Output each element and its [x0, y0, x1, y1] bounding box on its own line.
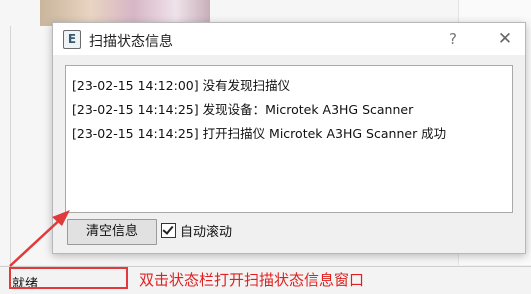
clear-info-button[interactable]: 清空信息 — [67, 219, 157, 245]
log-textarea[interactable]: [23-02-15 14:12:00] 没有发现扫描仪 [23-02-15 14… — [65, 65, 513, 213]
checkmark-icon — [162, 223, 174, 235]
scan-status-dialog: E 扫描状态信息 ? ✕ [23-02-15 14:12:00] 没有发现扫描仪… — [52, 22, 526, 254]
app-icon: E — [63, 30, 81, 49]
dialog-title: 扫描状态信息 — [89, 34, 173, 50]
log-line: [23-02-15 14:14:25] 打开扫描仪 Microtek A3HG … — [72, 126, 447, 141]
auto-scroll-checkbox[interactable] — [161, 223, 176, 238]
help-button[interactable]: ? — [441, 28, 465, 50]
status-highlight-box — [9, 267, 128, 289]
close-button[interactable]: ✕ — [493, 27, 517, 51]
background-divider — [10, 26, 11, 265]
log-line: [23-02-15 14:12:00] 没有发现扫描仪 — [72, 78, 291, 93]
dialog-titlebar[interactable]: E 扫描状态信息 ? ✕ — [53, 23, 525, 55]
log-line: [23-02-15 14:14:25] 发现设备：Microtek A3HG S… — [72, 102, 414, 117]
annotation-text: 双击状态栏打开扫描状态信息窗口 — [139, 271, 365, 289]
auto-scroll-label[interactable]: 自动滚动 — [180, 221, 232, 240]
